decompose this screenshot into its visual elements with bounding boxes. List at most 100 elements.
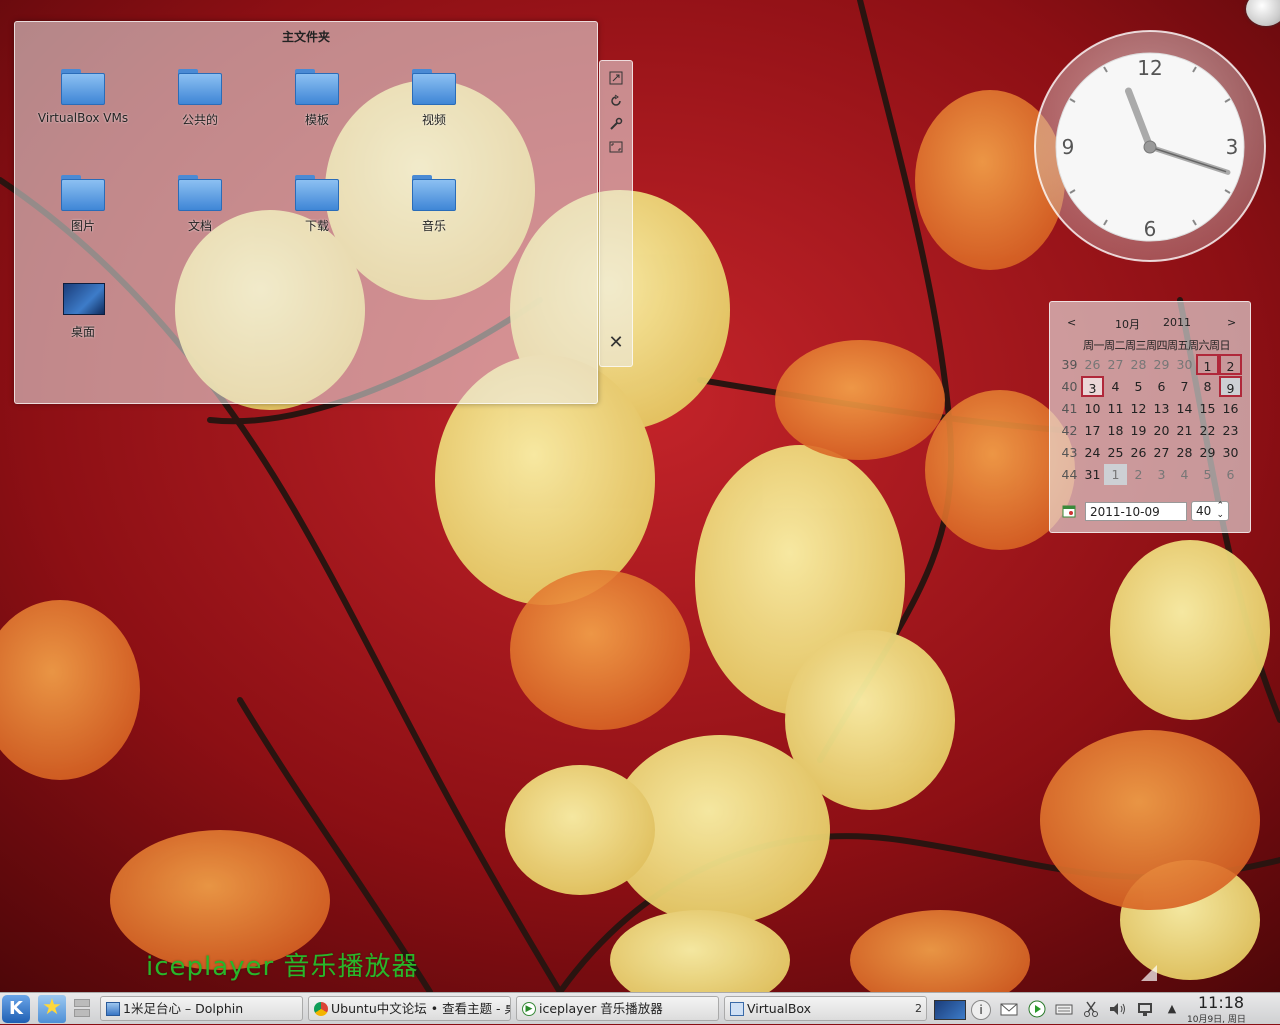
calendar-week-number[interactable]: 43 [1058, 442, 1081, 463]
calendar-week-number[interactable]: 44 [1058, 464, 1081, 485]
folder-icon [293, 173, 341, 213]
iceplayer-desktop-caption: iceplayer 音乐播放器 [146, 952, 419, 982]
media-play-icon[interactable] [1028, 1000, 1046, 1018]
scissors-icon[interactable] [1082, 1000, 1100, 1018]
calendar-day[interactable]: 2 [1219, 354, 1242, 375]
calendar-day[interactable]: 14 [1173, 398, 1196, 419]
folder-item-pictures[interactable]: 图片 [28, 173, 138, 234]
show-desktop-icon[interactable] [74, 997, 90, 1021]
calendar-day[interactable]: 26 [1127, 442, 1150, 463]
calendar-day[interactable]: 26 [1081, 354, 1104, 375]
calendar-day[interactable]: 11 [1104, 398, 1127, 419]
resize-grip-icon[interactable] [1141, 965, 1157, 981]
folder-item-templates[interactable]: 模板 [262, 67, 372, 128]
calendar-day[interactable]: 16 [1219, 398, 1242, 419]
rotate-icon[interactable] [607, 94, 625, 112]
folder-item-downloads[interactable]: 下载 [262, 173, 372, 234]
keyboard-icon[interactable] [1055, 1000, 1073, 1018]
wrench-icon[interactable] [607, 117, 625, 135]
calendar-day[interactable]: 27 [1104, 354, 1127, 375]
calendar-day[interactable]: 4 [1104, 376, 1127, 397]
calendar-day[interactable]: 10 [1081, 398, 1104, 419]
calendar-week-value: 40 [1196, 504, 1212, 518]
calendar-day[interactable]: 2 [1127, 464, 1150, 485]
calendar-month[interactable]: 10月 [1115, 316, 1140, 332]
calendar-day[interactable]: 30 [1219, 442, 1242, 463]
calendar-day[interactable]: 1 [1104, 464, 1127, 485]
calendar-day[interactable]: 20 [1150, 420, 1173, 441]
calendar-day[interactable]: 1 [1196, 354, 1219, 375]
calendar-week-number[interactable]: 39 [1058, 354, 1081, 375]
calendar-week-number[interactable]: 41 [1058, 398, 1081, 419]
calendar-prev-button[interactable]: < [1067, 316, 1076, 329]
calendar-date-field[interactable]: 2011-10-09 [1085, 502, 1187, 521]
calendar-day[interactable]: 30 [1173, 354, 1196, 375]
panel-clock-time[interactable]: 11:18 [1198, 993, 1244, 1012]
panel-clock-date[interactable]: 10月9日, 周日 [1187, 1012, 1246, 1025]
calendar-day[interactable]: 3 [1150, 464, 1173, 485]
calendar-day[interactable]: 5 [1127, 376, 1150, 397]
calendar-week-spinbox[interactable]: 40 ⌃ ⌄ [1191, 501, 1229, 521]
calendar-week-row: 42 17 18 19 20 21 22 23 [1058, 420, 1242, 442]
mail-icon[interactable] [1000, 1000, 1018, 1018]
tray-arrow-icon[interactable]: ▲ [1163, 1000, 1181, 1018]
calendar-day[interactable]: 21 [1173, 420, 1196, 441]
calendar-year[interactable]: 2011 [1163, 316, 1191, 329]
calendar-day[interactable]: 4 [1173, 464, 1196, 485]
calendar-day[interactable]: 29 [1196, 442, 1219, 463]
calendar-day[interactable]: 25 [1104, 442, 1127, 463]
task-virtualbox[interactable]: VirtualBox [724, 996, 927, 1021]
calendar-day[interactable]: 9 [1219, 376, 1242, 397]
expand-icon[interactable] [607, 140, 625, 158]
calendar-day[interactable]: 22 [1196, 420, 1219, 441]
volume-icon[interactable] [1108, 1000, 1126, 1018]
folder-item-virtualbox-vms[interactable]: VirtualBox VMs [28, 67, 138, 125]
spin-arrows-icon[interactable]: ⌃ ⌄ [1216, 502, 1224, 520]
pager-desktop-number[interactable]: 2 [915, 1002, 922, 1015]
calendar-day[interactable]: 19 [1127, 420, 1150, 441]
calendar-day[interactable]: 6 [1219, 464, 1242, 485]
resize-icon[interactable] [607, 71, 625, 89]
calendar-day[interactable]: 27 [1150, 442, 1173, 463]
calendar-day[interactable]: 7 [1173, 376, 1196, 397]
calendar-day[interactable]: 12 [1127, 398, 1150, 419]
folder-item-music[interactable]: 音乐 [379, 173, 489, 234]
desktop-preview-icon[interactable] [934, 1000, 966, 1020]
network-icon[interactable] [1136, 1000, 1154, 1018]
folder-icon [176, 173, 224, 213]
kde-menu-button[interactable]: K [2, 995, 30, 1023]
info-icon[interactable]: i [971, 1000, 991, 1020]
close-icon[interactable]: ✕ [607, 334, 625, 352]
calendar-day[interactable]: 28 [1173, 442, 1196, 463]
calendar-week-number[interactable]: 40 [1058, 376, 1081, 397]
calendar-day[interactable]: 29 [1150, 354, 1173, 375]
calendar-day[interactable]: 5 [1196, 464, 1219, 485]
analog-clock-widget: 12 3 6 9 [1034, 30, 1266, 262]
calendar-day[interactable]: 24 [1081, 442, 1104, 463]
calendar-day[interactable]: 8 [1196, 376, 1219, 397]
folder-item-desktop[interactable]: 桌面 [28, 279, 138, 340]
calendar-widget: < 10月 2011 > 周一周二周三周四周五周六周日 39 26 27 28 29 30… [1049, 301, 1251, 533]
calendar-day[interactable]: 18 [1104, 420, 1127, 441]
calendar-day[interactable]: 28 [1127, 354, 1150, 375]
folder-item-videos[interactable]: 视频 [379, 67, 489, 128]
folder-item-documents[interactable]: 文档 [145, 173, 255, 234]
calendar-day[interactable]: 3 [1081, 376, 1104, 397]
calendar-day[interactable]: 6 [1150, 376, 1173, 397]
calendar-day[interactable]: 31 [1081, 464, 1104, 485]
task-chrome[interactable]: Ubuntu中文论坛 • 查看主题 - 桌 [308, 996, 511, 1021]
desktop-icon [59, 279, 107, 319]
calendar-day[interactable]: 17 [1081, 420, 1104, 441]
calendar-next-button[interactable]: > [1227, 316, 1236, 329]
calendar-day[interactable]: 23 [1219, 420, 1242, 441]
folder-item-label: 公共的 [181, 113, 218, 127]
task-label: iceplayer 音乐播放器 [539, 1001, 663, 1016]
folder-item-public[interactable]: 公共的 [145, 67, 255, 128]
calendar-day[interactable]: 15 [1196, 398, 1219, 419]
task-iceplayer[interactable]: ▶ iceplayer 音乐播放器 [516, 996, 719, 1021]
calendar-week-number[interactable]: 42 [1058, 420, 1081, 441]
task-dolphin[interactable]: 1米足台心 – Dolphin [100, 996, 303, 1021]
calendar-day[interactable]: 13 [1150, 398, 1173, 419]
favorites-star-icon[interactable]: ★ [38, 995, 66, 1023]
calendar-week-row: 41 10 11 12 13 14 15 16 [1058, 398, 1242, 420]
